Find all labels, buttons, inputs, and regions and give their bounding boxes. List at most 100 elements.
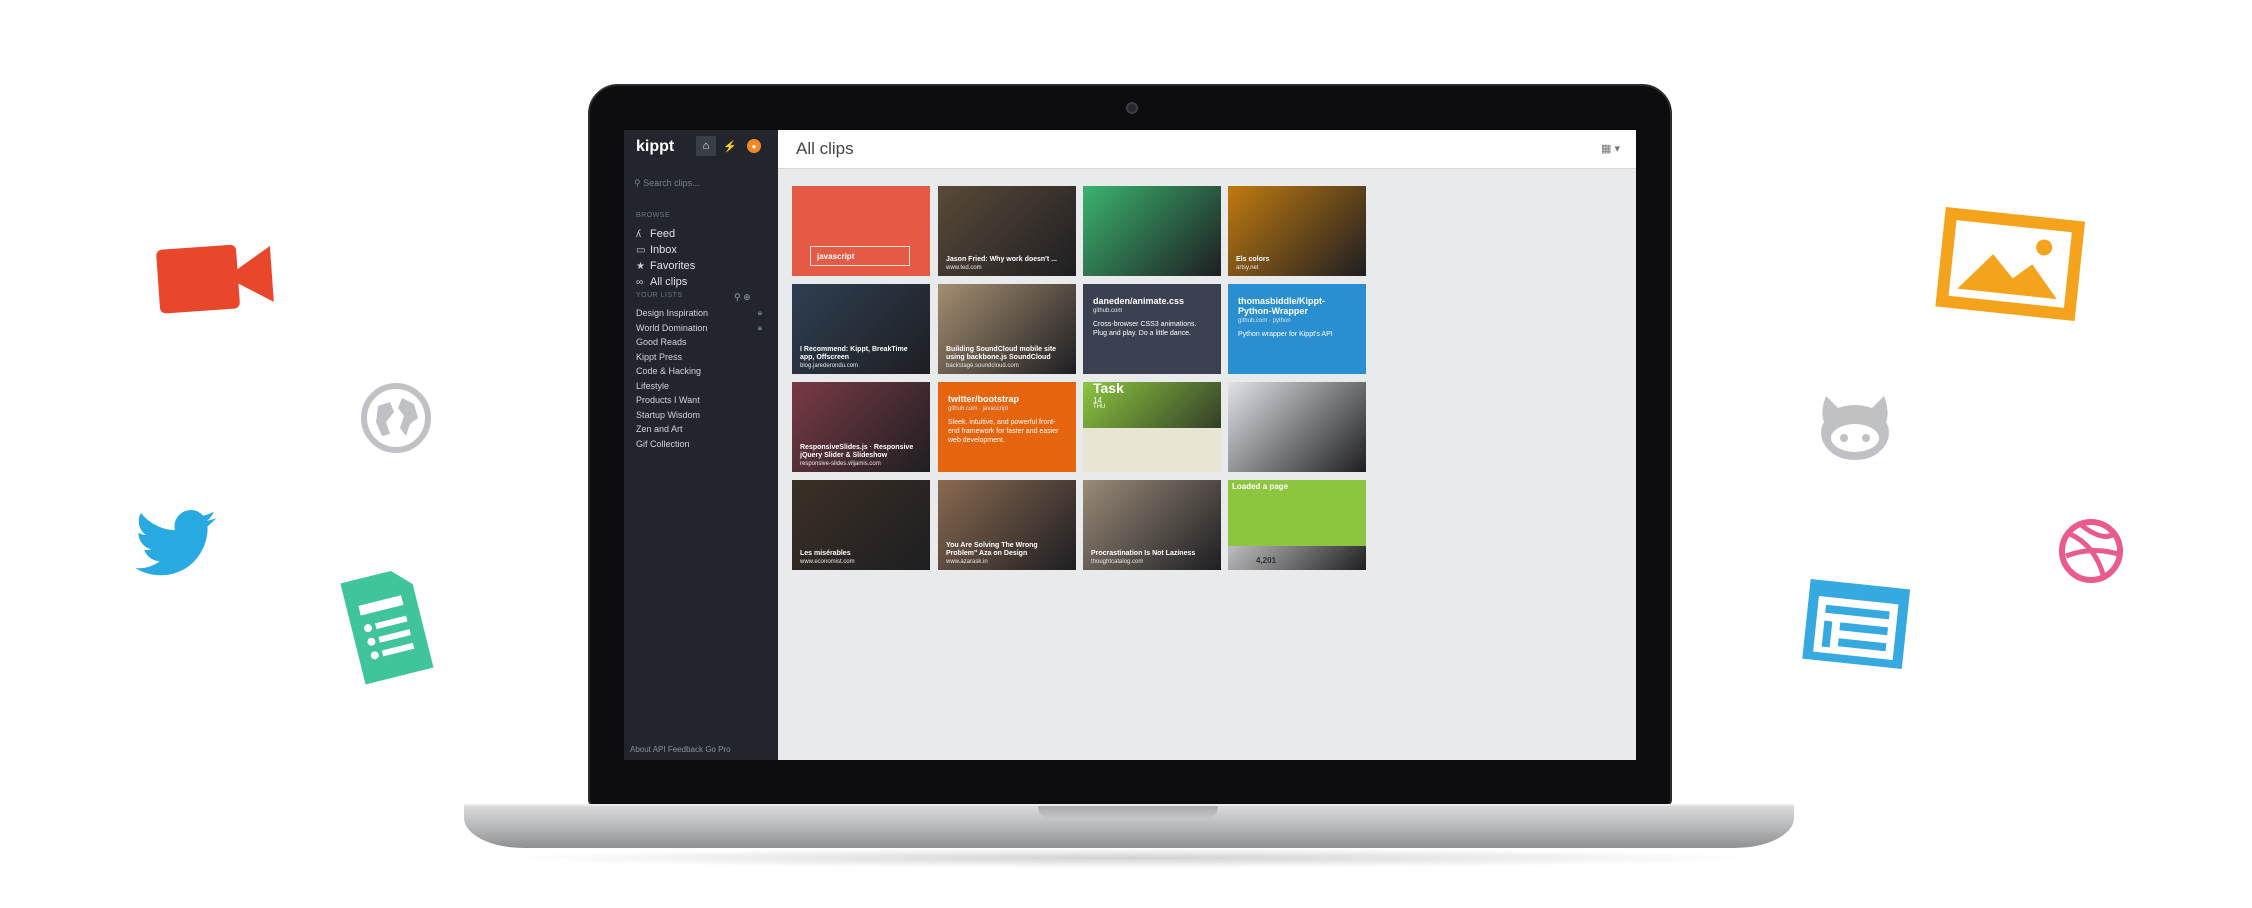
clip-source: www.azarask.in [946,559,988,565]
laptop-shadow [500,848,1760,868]
list-item[interactable]: Design Inspiration 🔒︎ [636,306,768,321]
footer-link-api[interactable]: API [653,745,666,754]
image-icon [1935,206,2086,322]
clip-source: github.com [1093,308,1123,314]
list-item[interactable]: World Domination 🔒︎ [636,321,768,336]
clip-card[interactable]: I Recommend: Kippt, BreakTime app, Offsc… [792,284,930,374]
lock-icon: 🔒︎ [757,308,762,317]
stats-value-left: 4,201 [1256,556,1277,565]
page-title: All clips [796,139,854,158]
list-item[interactable]: Good Reads [636,335,768,350]
clip-card[interactable]: Els colors artsy.net [1228,186,1366,276]
kippt-logo[interactable]: kippt [636,138,674,156]
nav-item-favorites[interactable]: ★ Favorites [636,258,695,274]
clip-description: Python wrapper for Kippt's API [1238,331,1333,338]
clip-card[interactable]: Jason Fried: Why work doesn't ... www.ted… [938,186,1076,276]
clip-card[interactable] [1083,186,1221,276]
list-item[interactable]: Code & Hacking [636,364,768,379]
sidebar-footer: About API Feedback Go Pro [630,745,731,754]
list-item[interactable]: Kippt Press [636,350,768,365]
dribbble-icon [2059,519,2123,583]
stats-value-right: 16,7 [1348,556,1364,565]
footer-link-feedback[interactable]: Feedback [668,745,703,754]
clip-card[interactable] [1228,382,1366,472]
clip-card[interactable]: javascript [792,186,930,276]
list-item[interactable]: Products I Want [636,393,768,408]
main-header: All clips ▦ ▾ [778,130,1636,169]
clip-title: You Are Solving The Wrong Problem" Aza o… [946,542,1038,557]
list-item[interactable]: Startup Wisdom [636,408,768,423]
list-item[interactable]: Zen and Art [636,422,768,437]
app-screen: kippt ⌂ ⚡ ● ⚲ Search clips... BROWSE ʎ Fe… [624,130,1636,760]
stats-title: Loaded a page [1232,482,1289,491]
clip-description: Cross-browser CSS3 animations. Plug and … [1093,321,1197,337]
lightning-icon[interactable]: ⚡ [720,136,740,156]
footer-link-go-pro[interactable]: Go Pro [705,745,730,754]
avatar[interactable]: ● [747,139,761,153]
nav-label: Favorites [650,260,696,272]
laptop-camera [1126,102,1138,114]
list-actions: ⚲ ⊕ [734,292,751,303]
nav-item-all-clips[interactable]: ∞ All clips [636,274,695,290]
browse-nav: ʎ Feed ▭ Inbox ★ Favorites ∞ All clips [636,226,695,290]
clip-title: Les misérables [800,550,851,557]
clip-card[interactable]: ResponsiveSlides.js · Responsive jQuery … [792,382,930,472]
nav-label: All clips [650,276,688,288]
clip-card[interactable]: daneden/animate.css github.com Cross-brows… [1083,284,1221,374]
inbox-icon: ▭ [636,245,646,256]
clip-title: thomasbiddle/Kippt-Python-Wrapper [1238,296,1325,316]
list-item[interactable]: Gif Collection [636,437,768,452]
clip-source: responsive-slides.viljamis.com [800,461,881,467]
nav-item-inbox[interactable]: ▭ Inbox [636,242,695,258]
clip-source: www.economist.com [800,559,855,565]
grid-view-icon[interactable]: ▦ ▾ [1601,142,1620,155]
clip-title: ResponsiveSlides.js · Responsive jQuery … [800,444,914,459]
lists-label: YOUR LISTS [636,292,683,299]
js-tag-box: javascript [810,246,910,266]
clip-title: twitter/bootstrap [948,394,1019,404]
clip-card[interactable]: twitter/bootstrap github.com · javascript… [938,382,1076,472]
document-icon [340,570,434,685]
clip-title: Procrastination Is Not Laziness [1091,550,1196,557]
twitter-icon [135,510,216,576]
add-list-icon[interactable]: ⊕ [743,292,751,302]
clip-description: Sleek, intuitive, and powerful front-end… [948,419,1059,444]
nav-label: Inbox [650,244,677,256]
clip-source: github.com · javascript [948,406,1009,412]
clip-card[interactable]: Procrastination Is Not Laziness thoughtca… [1083,480,1221,570]
sidebar: kippt ⌂ ⚡ ● ⚲ Search clips... BROWSE ʎ Fe… [624,130,778,760]
video-camera-icon [156,244,274,314]
clip-source: blog.jarederondu.com [800,363,859,369]
lock-icon: 🔒︎ [757,322,762,332]
clip-title: Els colors [1236,256,1270,263]
list-item[interactable]: Lifestyle [636,379,768,394]
search-lists-icon[interactable]: ⚲ [734,292,741,302]
clip-title: daneden/animate.css [1093,296,1185,306]
search-icon: ⚲ [634,178,644,188]
github-octocat-icon [1821,396,1889,460]
task-title: Task [1093,382,1124,396]
search-input[interactable]: ⚲ Search clips... [634,178,700,189]
clip-card[interactable]: thomasbiddle/Kippt-Python-Wrapper github.… [1228,284,1366,374]
footer-link-about[interactable]: About [630,745,651,754]
clip-source: artsy.net [1236,265,1259,271]
clip-source: backstage.soundcloud.com [946,363,1019,369]
task-day: THU [1093,404,1106,410]
clip-card[interactable]: Task 14 THU [1083,382,1221,472]
main-content: All clips ▦ ▾ javascript Jason Fried: Why… [778,130,1636,760]
task-toolbar [1083,428,1221,472]
lists: Design Inspiration 🔒︎ World Domination 🔒︎ … [636,306,768,451]
clip-card[interactable]: Loaded a page 4,201 16,7 [1228,480,1366,570]
browser-window-icon [1802,579,1911,670]
clip-title: Building SoundCloud mobile site using ba… [946,346,1057,361]
laptop-notch [1038,806,1218,820]
top-nav: ⌂ ⚡ ● [696,136,764,156]
clip-card[interactable]: You Are Solving The Wrong Problem" Aza o… [938,480,1076,570]
clip-card[interactable]: Les misérables www.economist.com [792,480,930,570]
nav-item-feed[interactable]: ʎ Feed [636,226,695,242]
feed-icon: ʎ [636,229,641,240]
clip-card[interactable]: Building SoundCloud mobile site using ba… [938,284,1076,374]
infinity-icon: ∞ [636,277,644,288]
clip-source: thoughtcatalog.com [1091,559,1144,565]
home-icon[interactable]: ⌂ [696,136,716,156]
